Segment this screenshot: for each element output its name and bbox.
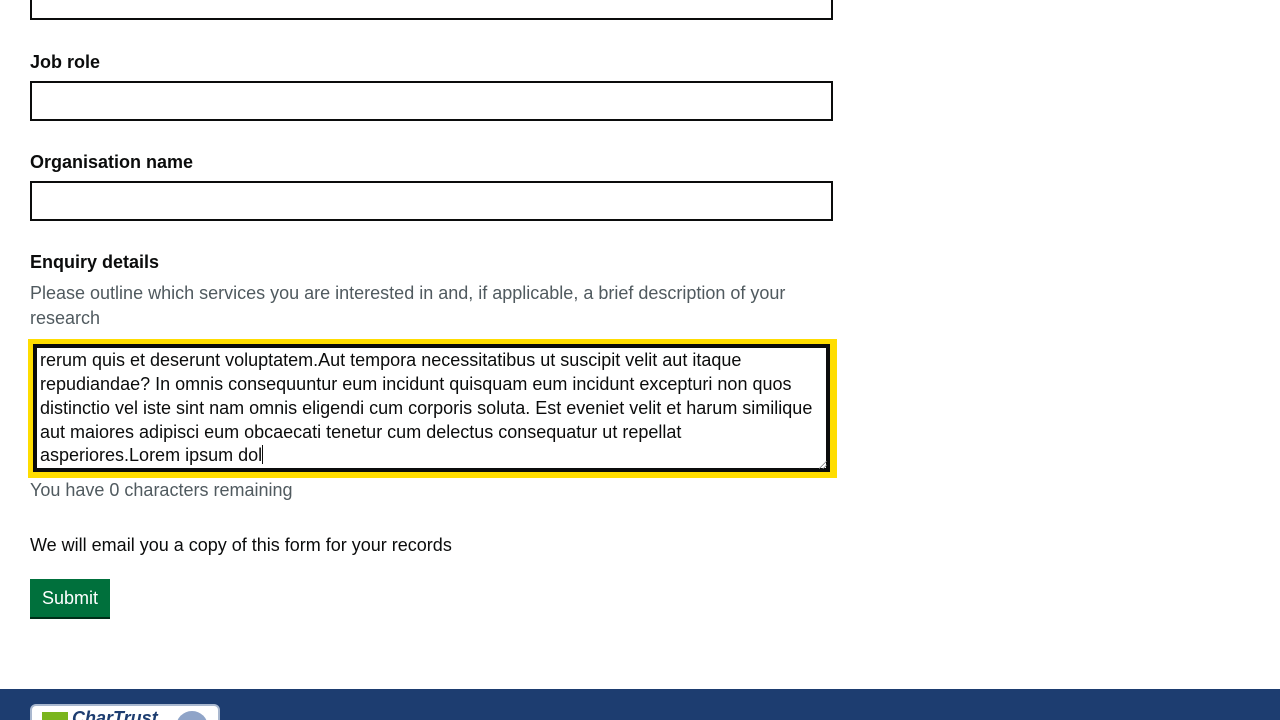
chartrust-badge[interactable]: CharTrust — [30, 704, 220, 720]
badge-text: CharTrust — [72, 708, 158, 720]
submit-button[interactable]: Submit — [30, 579, 111, 617]
enquiry-details-textarea[interactable]: quibusdam perferendis est laborum laudan… — [33, 344, 830, 472]
email-copy-note: We will email you a copy of this form fo… — [30, 535, 452, 555]
chartrust-logo-icon — [42, 712, 68, 720]
enquiry-form-page: Job role Organisation name Enquiry detai… — [0, 0, 1280, 720]
enquiry-details-hint: Please outline which services you are in… — [30, 283, 786, 328]
job-role-input[interactable] — [30, 81, 833, 121]
badge-seal-icon — [176, 711, 208, 720]
previous-text-input[interactable] — [30, 0, 833, 20]
job-role-label: Job role — [30, 52, 101, 72]
text-cursor — [262, 445, 264, 465]
footer: CharTrust — [0, 689, 1280, 720]
organisation-name-label: Organisation name — [30, 152, 194, 172]
character-counter: You have 0 characters remaining — [30, 480, 293, 500]
organisation-name-input[interactable] — [30, 181, 833, 221]
enquiry-details-label: Enquiry details — [30, 252, 160, 272]
enquiry-details-text: quibusdam perferendis est laborum laudan… — [40, 346, 813, 466]
enquiry-details-focus-ring: quibusdam perferendis est laborum laudan… — [28, 339, 837, 478]
resize-handle-icon[interactable] — [819, 461, 827, 469]
